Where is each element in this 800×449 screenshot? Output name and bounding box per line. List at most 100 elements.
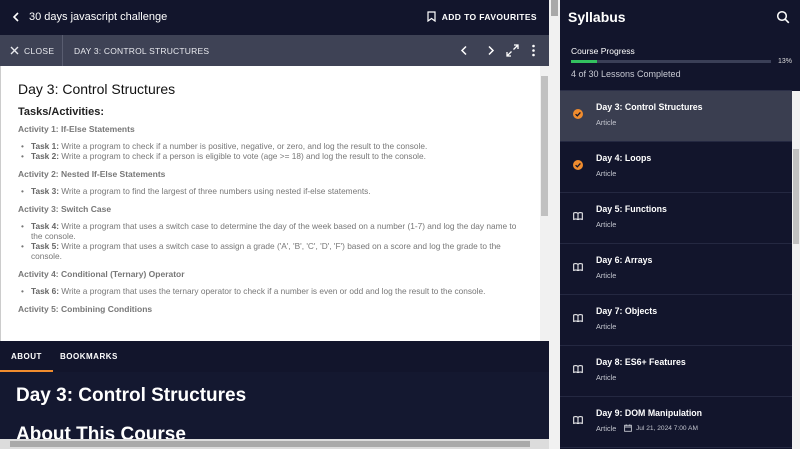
tab-bookmarks[interactable]: BOOKMARKS (60, 341, 118, 372)
lesson-type: Article (596, 118, 617, 127)
tab-bookmarks-label: BOOKMARKS (60, 352, 118, 361)
lesson-type: Article (596, 169, 617, 178)
lesson-type: Article (596, 271, 617, 280)
page-scrollbar[interactable] (549, 0, 560, 449)
task-text: Write a program to check if a person is … (58, 151, 426, 161)
syllabus-scrollbar[interactable] (792, 91, 800, 449)
about-heading: Day 3: Control Structures (16, 385, 247, 406)
check-circle-icon (573, 160, 583, 170)
task-item: Task 4: Write a program that uses a swit… (18, 221, 522, 241)
task-text: Write a program that uses a switch case … (31, 241, 501, 261)
task-item: Task 6: Write a program that uses the te… (18, 286, 522, 296)
book-icon (573, 314, 583, 323)
task-item: Task 3: Write a program to find the larg… (18, 186, 522, 196)
course-progress-percent: 13% (777, 58, 792, 65)
lesson-name: Day 5: Functions (596, 204, 667, 214)
close-button[interactable]: CLOSE (10, 35, 54, 66)
syllabus-lesson-item[interactable]: Day 4: Loops Article (560, 142, 792, 193)
task-list: Task 3: Write a program to find the larg… (18, 186, 522, 196)
task-text: Write a program to check if a number is … (58, 141, 428, 151)
close-label: CLOSE (24, 45, 55, 56)
lesson-name: Day 6: Arrays (596, 255, 653, 265)
lesson-date: Jul 21, 2024 7:00 AM (624, 424, 698, 432)
activity-heading: Activity 3: Switch Case (18, 204, 112, 214)
document-scrollbar[interactable] (540, 66, 549, 341)
activity-heading: Activity 4: Conditional (Ternary) Operat… (18, 269, 185, 279)
book-icon (573, 212, 583, 221)
activity-heading: Activity 1: If-Else Statements (18, 124, 135, 134)
add-to-favourites-label: ADD TO FAVOURITES (441, 11, 537, 22)
lessons-completed-text: 4 of 30 Lessons Completed (571, 69, 681, 79)
task-label: Task 6: (31, 286, 59, 296)
lesson-date-text: Jul 21, 2024 7:00 AM (636, 424, 698, 432)
tab-about[interactable]: ABOUT (0, 341, 53, 372)
task-label: Task 1: (31, 141, 59, 151)
calendar-icon (624, 424, 632, 432)
book-icon (573, 365, 583, 374)
book-icon (573, 263, 583, 272)
close-icon (10, 46, 19, 55)
lesson-document: Day 3: Control Structures Tasks/Activiti… (0, 66, 549, 341)
more-options-icon[interactable] (526, 43, 541, 58)
previous-lesson-icon[interactable] (457, 43, 472, 58)
lesson-name: Day 7: Objects (596, 306, 658, 316)
syllabus-lesson-item[interactable]: Day 8: ES6+ Features Article (560, 346, 792, 397)
document-scrollbar-thumb[interactable] (541, 76, 548, 216)
task-label: Task 5: (31, 241, 59, 251)
activity-heading: Activity 5: Combining Conditions (18, 304, 153, 314)
task-label: Task 4: (31, 221, 59, 231)
syllabus-panel: Syllabus Course Progress 13% 4 of 30 Les… (560, 0, 800, 449)
task-list: Task 6: Write a program that uses the te… (18, 286, 522, 296)
toolbar-divider (62, 35, 63, 66)
syllabus-scrollbar-thumb[interactable] (793, 149, 799, 244)
search-icon[interactable] (776, 10, 790, 24)
main-horizontal-scrollbar[interactable] (0, 439, 549, 449)
lesson-name: Day 8: ES6+ Features (596, 357, 686, 367)
next-lesson-icon[interactable] (483, 43, 498, 58)
syllabus-lesson-item[interactable]: Day 5: Functions Article (560, 193, 792, 244)
chevron-left-icon[interactable] (8, 9, 24, 25)
book-icon (573, 416, 583, 425)
document-subtitle: Tasks/Activities: (18, 106, 105, 118)
main-content-area: 30 days javascript challenge ADD TO FAVO… (0, 0, 549, 449)
task-text: Write a program that uses a switch case … (31, 221, 517, 241)
course-progress-fill (571, 60, 597, 63)
document-title: Day 3: Control Structures (18, 81, 176, 97)
syllabus-lesson-item[interactable]: Day 3: Control Structures Article (560, 91, 792, 142)
task-item: Task 5: Write a program that uses a swit… (18, 241, 522, 261)
lesson-name: Day 3: Control Structures (596, 102, 703, 112)
lesson-name: Day 9: DOM Manipulation (596, 408, 703, 418)
main-horizontal-scrollbar-thumb[interactable] (10, 441, 530, 447)
activity-list: Activity 1: If-Else Statements Task 1: Wr… (18, 124, 522, 314)
task-text: Write a program that uses the ternary op… (58, 286, 486, 296)
task-item: Task 1: Write a program to check if a nu… (18, 141, 522, 151)
bookmark-icon (427, 11, 436, 22)
add-to-favourites-button[interactable]: ADD TO FAVOURITES (427, 11, 537, 22)
task-label: Task 2: (31, 151, 59, 161)
activity-heading: Activity 2: Nested If-Else Statements (18, 169, 166, 179)
lesson-name: Day 4: Loops (596, 153, 652, 163)
syllabus-lesson-item[interactable]: Day 9: DOM Manipulation Article Jul 21, 20… (560, 397, 792, 448)
lesson-title-label: DAY 3: CONTROL STRUCTURES (74, 45, 210, 56)
syllabus-lesson-item[interactable]: Day 6: Arrays Article (560, 244, 792, 295)
tab-about-label: ABOUT (11, 352, 42, 361)
fullscreen-icon[interactable] (505, 43, 520, 58)
check-circle-icon (573, 109, 583, 119)
course-progress-label: Course Progress (571, 46, 635, 56)
course-header: 30 days javascript challenge ADD TO FAVO… (0, 0, 549, 35)
task-text: Write a program to find the largest of t… (58, 186, 371, 196)
task-label: Task 3: (31, 186, 59, 196)
task-item: Task 2: Write a program to check if a pe… (18, 151, 522, 161)
course-title: 30 days javascript challenge (29, 11, 168, 23)
task-list: Task 4: Write a program that uses a swit… (18, 221, 522, 261)
lesson-viewer-toolbar: CLOSE DAY 3: CONTROL STRUCTURES (0, 35, 549, 66)
page-scrollbar-thumb[interactable] (551, 0, 558, 16)
about-section: Day 3: Control Structures About This Cou… (0, 372, 549, 449)
lesson-type: Article (596, 424, 617, 433)
lesson-type: Article (596, 322, 617, 331)
course-progress-bar (571, 60, 771, 63)
course-tabs: ABOUT BOOKMARKS (0, 341, 549, 372)
task-list: Task 1: Write a program to check if a nu… (18, 141, 522, 161)
syllabus-lesson-item[interactable]: Day 7: Objects Article (560, 295, 792, 346)
lesson-list: Day 3: Control Structures Article Day 4: L… (560, 91, 792, 448)
